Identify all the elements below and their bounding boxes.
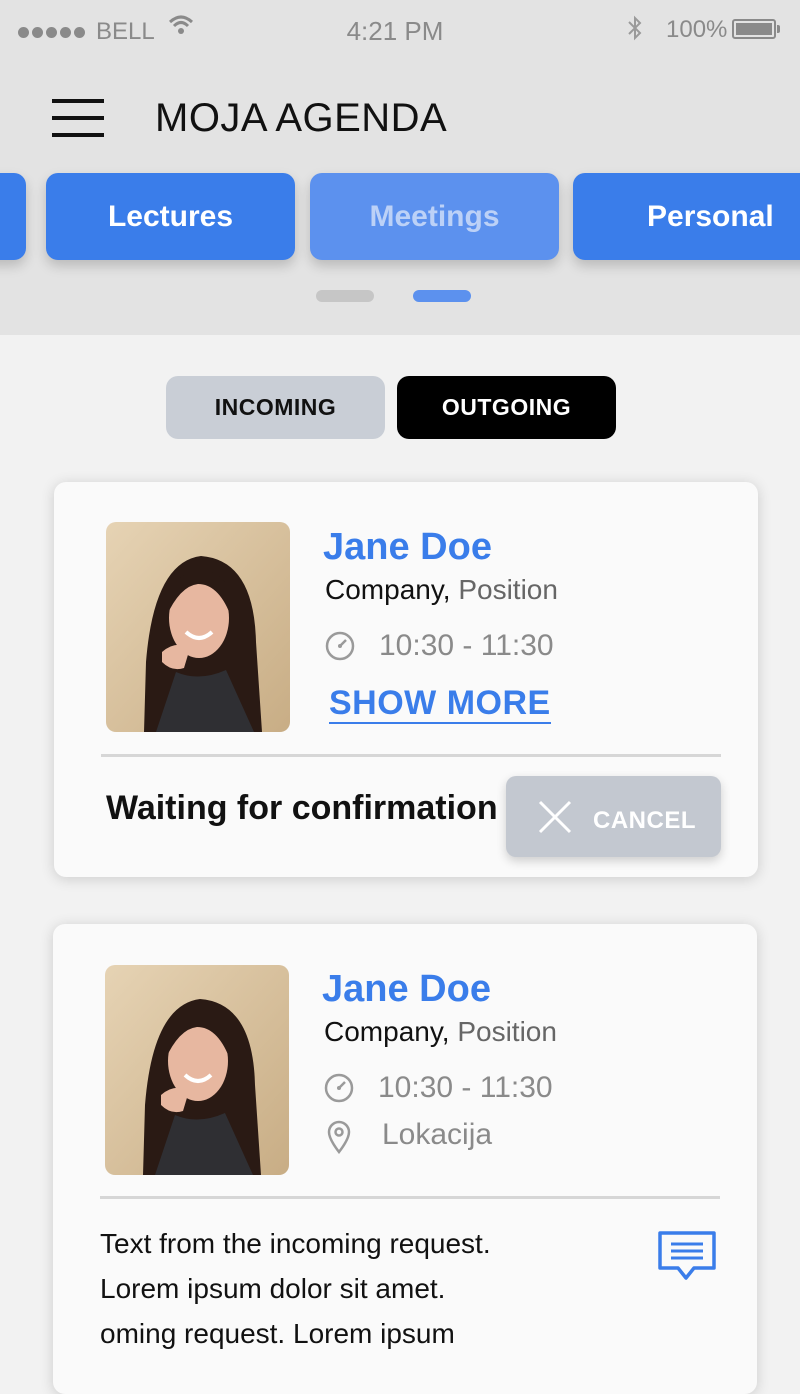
request-text-line: oming request. Lorem ipsum: [100, 1318, 455, 1349]
company-name: Company,: [324, 1016, 450, 1047]
tab-lectures[interactable]: Lectures: [46, 173, 295, 260]
meeting-card: Jane Doe Company, Position 10:30 - 11:30…: [54, 482, 758, 877]
person-name: Jane Doe: [322, 968, 491, 1010]
request-text-line: Text from the incoming request.: [100, 1228, 491, 1259]
meeting-time: 10:30 - 11:30: [378, 1071, 553, 1104]
pager-dot-2-active[interactable]: [413, 290, 471, 302]
status-text: Waiting for confirmation: [106, 789, 498, 827]
company-position: Company, Position: [325, 574, 558, 606]
show-more-link[interactable]: SHOW MORE: [329, 684, 551, 724]
cancel-label: CANCEL: [593, 807, 696, 834]
incoming-toggle[interactable]: INCOMING: [166, 376, 385, 439]
meeting-time: 10:30 - 11:30: [379, 629, 554, 662]
pager-dot-1[interactable]: [316, 290, 374, 302]
avatar: [105, 965, 289, 1175]
request-text-line: Lorem ipsum dolor sit amet.: [100, 1273, 446, 1304]
status-bar: BELL 4:21 PM 100%: [0, 0, 800, 60]
bluetooth-icon: [628, 15, 642, 41]
clock-icon: [325, 631, 355, 661]
tab-meetings[interactable]: Meetings: [310, 173, 559, 260]
company-name: Company,: [325, 574, 451, 605]
meeting-card: Jane Doe Company, Position 10:30 - 11:30…: [53, 924, 757, 1394]
cancel-button[interactable]: CANCEL: [506, 776, 721, 857]
avatar: [106, 522, 290, 732]
request-text: Text from the incoming request. Lorem ip…: [100, 1221, 620, 1356]
person-name: Jane Doe: [323, 526, 492, 568]
header-area: BELL 4:21 PM 100% MOJA AGENDA Lectures M…: [0, 0, 800, 335]
meeting-location: Lokacija: [382, 1118, 493, 1151]
hamburger-menu-icon[interactable]: [52, 99, 104, 139]
position-name: Position: [457, 1016, 557, 1047]
outgoing-toggle[interactable]: OUTGOING: [397, 376, 616, 439]
location-pin-icon: [327, 1120, 351, 1154]
tab-previous-partial[interactable]: [0, 173, 26, 260]
message-icon[interactable]: [657, 1230, 717, 1284]
position-name: Position: [458, 574, 558, 605]
page-title: MOJA AGENDA: [155, 96, 448, 140]
tab-personal[interactable]: Personal: [573, 173, 800, 260]
battery-icon: [732, 19, 780, 39]
divider: [100, 1196, 720, 1199]
battery-percent: 100%: [666, 16, 728, 43]
company-position: Company, Position: [324, 1016, 557, 1048]
close-icon: [538, 800, 572, 834]
divider: [101, 754, 721, 757]
clock-icon: [324, 1073, 354, 1103]
